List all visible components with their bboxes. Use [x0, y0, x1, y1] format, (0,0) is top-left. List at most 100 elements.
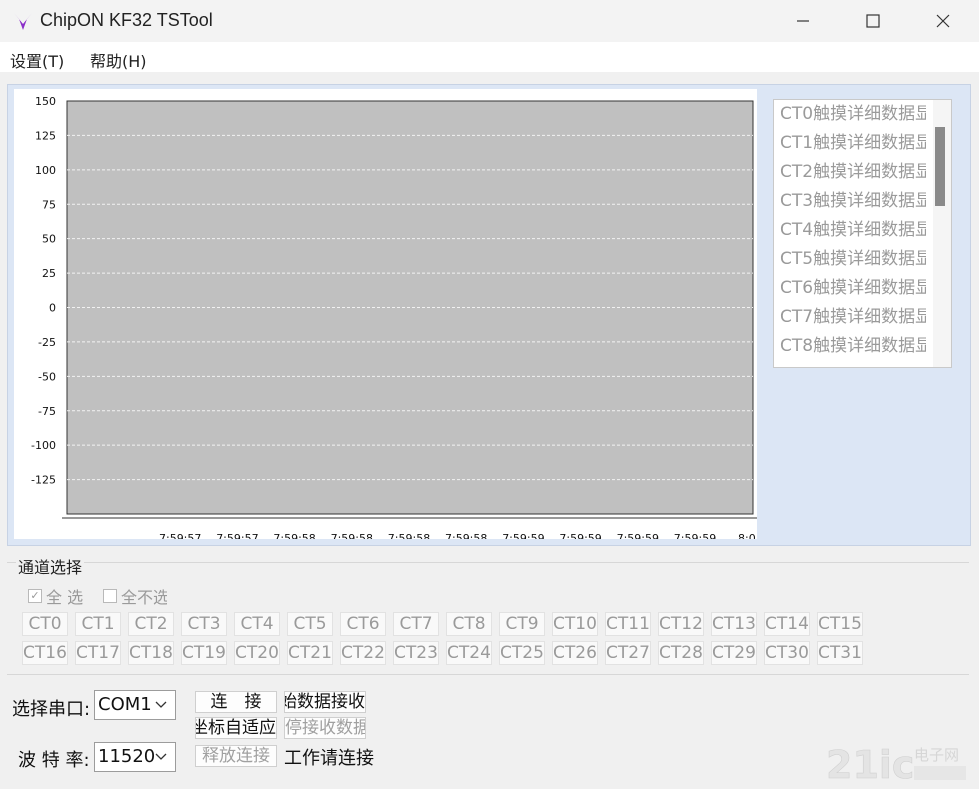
- channel-toggle-ct22[interactable]: CT22: [340, 641, 386, 665]
- release-connection-button[interactable]: 释放连接: [195, 745, 277, 767]
- channel-toggle-ct23[interactable]: CT23: [393, 641, 439, 665]
- ct-list-item[interactable]: CT8触摸详细数据显: [774, 332, 926, 361]
- ct-list-item[interactable]: CT2触摸详细数据显: [774, 158, 926, 187]
- channel-toggle-ct12[interactable]: CT12: [658, 612, 704, 636]
- start-receive-button[interactable]: 开始数据接收: [284, 691, 366, 713]
- chart-area: 150 125 100 75 50 25 0 -25 -50 -75 -100 -125 7:59:57…: [14, 89, 757, 539]
- menu-settings[interactable]: 设置(T): [10, 48, 64, 72]
- chevron-down-icon: [155, 753, 167, 760]
- channel-toggle-ct14[interactable]: CT14: [764, 612, 810, 636]
- x-tick-label: 7:59:58: [445, 532, 487, 539]
- watermark-logo: 21ic 电子网: [826, 743, 966, 786]
- x-tick-label: 7:59:57: [216, 532, 258, 539]
- channel-toggle-ct30[interactable]: CT30: [764, 641, 810, 665]
- channel-toggle-ct13[interactable]: CT13: [711, 612, 757, 636]
- y-tick-label: 75: [42, 198, 56, 211]
- close-button[interactable]: [908, 0, 978, 42]
- channel-toggle-ct21[interactable]: CT21: [287, 641, 333, 665]
- window-title: ChipON KF32 TSTool: [40, 10, 213, 30]
- channel-toggle-ct18[interactable]: CT18: [128, 641, 174, 665]
- x-tick-label: 7:59:59: [674, 532, 716, 539]
- ct-list-item[interactable]: CT1触摸详细数据显: [774, 129, 926, 158]
- x-tick-label: 7:59:58: [273, 532, 315, 539]
- channel-toggle-ct28[interactable]: CT28: [658, 641, 704, 665]
- select-all-checkbox[interactable]: ✓ 全 选: [28, 584, 104, 608]
- channel-toggle-ct7[interactable]: CT7: [393, 612, 439, 636]
- ct-list-item[interactable]: CT7触摸详细数据显: [774, 303, 926, 332]
- stop-receive-button[interactable]: 停接收数据: [284, 717, 366, 739]
- y-tick-label: 125: [35, 129, 56, 142]
- status-text: 工作请连接: [284, 748, 374, 769]
- baud-value: 115200: [98, 746, 156, 767]
- ct-list-item[interactable]: CT3触摸详细数据显: [774, 187, 926, 216]
- y-tick-label: -25: [38, 336, 56, 349]
- empty-checkbox-icon: [103, 589, 117, 603]
- channel-toggle-ct15[interactable]: CT15: [817, 612, 863, 636]
- maximize-button[interactable]: [838, 0, 908, 42]
- channel-toggle-ct16[interactable]: CT16: [22, 641, 68, 665]
- channel-toggle-ct24[interactable]: CT24: [446, 641, 492, 665]
- channel-toggle-ct8[interactable]: CT8: [446, 612, 492, 636]
- separator: [7, 674, 969, 675]
- channel-toggle-ct31[interactable]: CT31: [817, 641, 863, 665]
- channel-toggle-ct11[interactable]: CT11: [605, 612, 651, 636]
- close-icon: [936, 14, 950, 28]
- title-bar: ChipON KF32 TSTool: [0, 0, 979, 42]
- port-label: 选择串口:: [12, 699, 91, 720]
- y-tick-label: -125: [31, 474, 56, 487]
- channel-toggle-ct1[interactable]: CT1: [75, 612, 121, 636]
- channel-toggle-ct20[interactable]: CT20: [234, 641, 280, 665]
- channel-toggle-ct2[interactable]: CT2: [128, 612, 174, 636]
- x-tick-label: 7:59:59: [559, 532, 601, 539]
- ct-list-item[interactable]: CT0触摸详细数据显: [774, 100, 926, 129]
- select-none-checkbox[interactable]: 全不选: [103, 584, 167, 608]
- ct-list-item[interactable]: CT5触摸详细数据显: [774, 245, 926, 274]
- channel-toggle-ct26[interactable]: CT26: [552, 641, 598, 665]
- channel-toggle-ct25[interactable]: CT25: [499, 641, 545, 665]
- x-tick-label: 7:59:58: [388, 532, 430, 539]
- channel-toggle-ct17[interactable]: CT17: [75, 641, 121, 665]
- y-tick-label: 50: [42, 233, 56, 246]
- x-tick-label: 7:59:58: [331, 532, 373, 539]
- x-tick-label: 7:59:57: [102, 538, 144, 539]
- y-tick-label: 150: [35, 95, 56, 108]
- y-tick-label: 0: [49, 302, 56, 315]
- ct-list-scroll-thumb[interactable]: [935, 127, 945, 206]
- port-select[interactable]: COM1: [94, 690, 176, 720]
- x-tick-label: 7:59:59: [502, 532, 544, 539]
- ct-list-item[interactable]: CT4触摸详细数据显: [774, 216, 926, 245]
- x-tick-label: 7:59:57: [159, 532, 201, 539]
- port-value: COM1: [98, 694, 152, 715]
- channel-toggle-ct5[interactable]: CT5: [287, 612, 333, 636]
- channel-toggle-ct19[interactable]: CT19: [181, 641, 227, 665]
- y-tick-label: -75: [38, 405, 56, 418]
- ct-list-scrollbar[interactable]: [933, 100, 951, 367]
- baud-label: 波 特 率:: [18, 750, 90, 771]
- channel-toggle-ct29[interactable]: CT29: [711, 641, 757, 665]
- channel-toggle-ct4[interactable]: CT4: [234, 612, 280, 636]
- y-tick-label: -100: [31, 439, 56, 452]
- menu-help[interactable]: 帮助(H): [90, 48, 147, 72]
- x-tick-label: 8:0:0: [738, 532, 757, 539]
- svg-text:电子网: 电子网: [914, 746, 959, 764]
- ct-detail-list[interactable]: CT0触摸详细数据显 CT1触摸详细数据显 CT2触摸详细数据显 CT3触摸详细数据显…: [773, 99, 952, 368]
- waveform-chart: 150 125 100 75 50 25 0 -25 -50 -75 -100 -125 7:59:57…: [31, 95, 757, 539]
- connect-button[interactable]: 连 接: [195, 691, 277, 713]
- baud-select[interactable]: 115200: [94, 742, 176, 772]
- autofit-button[interactable]: 坐标自适应: [195, 717, 277, 739]
- channel-toggle-ct27[interactable]: CT27: [605, 641, 651, 665]
- select-all-label: 全 选: [46, 588, 84, 607]
- channel-toggle-ct0[interactable]: CT0: [22, 612, 68, 636]
- channel-toggle-ct6[interactable]: CT6: [340, 612, 386, 636]
- channel-select-title: 通道选择: [16, 554, 85, 578]
- minimize-button[interactable]: [768, 0, 838, 42]
- channel-toggle-ct9[interactable]: CT9: [499, 612, 545, 636]
- channel-toggle-ct10[interactable]: CT10: [552, 612, 598, 636]
- select-none-label: 全不选: [121, 588, 167, 607]
- maximize-icon: [866, 14, 880, 28]
- x-tick-label: 7:59:59: [617, 532, 659, 539]
- ct-list-item[interactable]: CT6触摸详细数据显: [774, 274, 926, 303]
- checkmark-icon: ✓: [28, 589, 42, 603]
- chart-panel: 150 125 100 75 50 25 0 -25 -50 -75 -100 -125 7:59:57…: [7, 84, 971, 546]
- channel-toggle-ct3[interactable]: CT3: [181, 612, 227, 636]
